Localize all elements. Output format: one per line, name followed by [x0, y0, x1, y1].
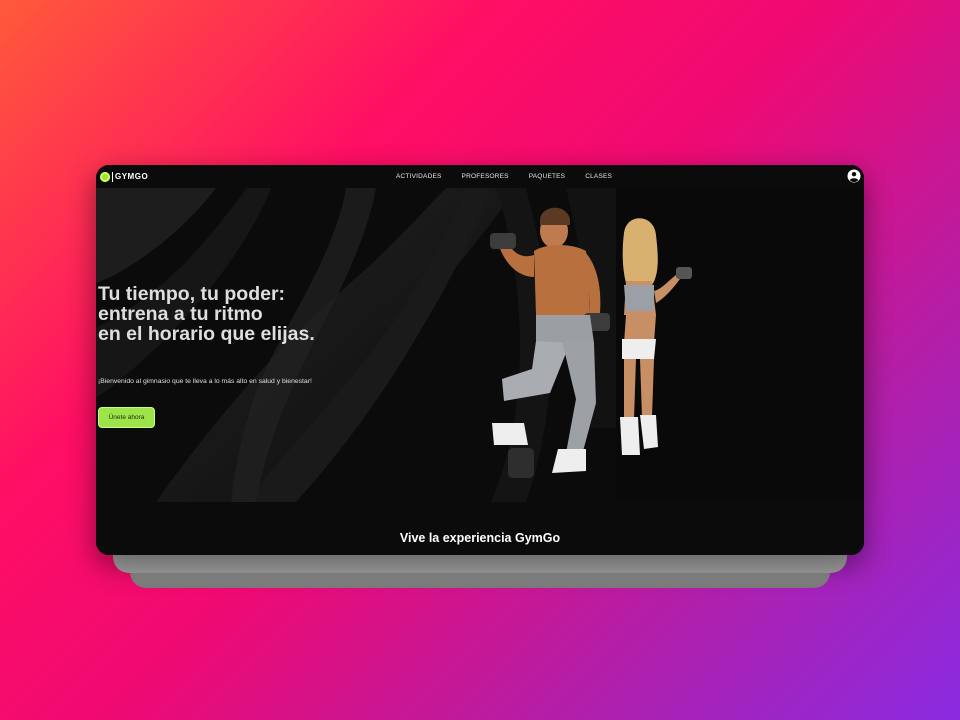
hero-subtitle: ¡Bienvenido al gimnasio que te lleva a l… — [98, 378, 312, 385]
experience-title: Vive la experiencia GymGo — [399, 531, 561, 545]
dumbbell-logo-icon — [100, 171, 110, 182]
hero-headline: Tu tiempo, tu poder: entrena a tu ritmo … — [98, 284, 388, 344]
experience-section: Vive la experiencia GymGo — [96, 502, 864, 555]
nav-item-paquetes[interactable]: PAQUETES — [529, 173, 566, 180]
hero-section: Tu tiempo, tu poder: entrena a tu ritmo … — [96, 188, 864, 502]
athletes-photo — [490, 207, 692, 478]
nav-item-profesores[interactable]: PROFESORES — [462, 173, 509, 180]
logo-divider — [112, 171, 113, 182]
user-circle-icon[interactable] — [847, 169, 861, 183]
nav-item-actividades[interactable]: ACTIVIDADES — [396, 173, 442, 180]
headline-line-3: en el horario que elijas. — [98, 323, 315, 345]
browser-window: GYMGO ACTIVIDADES PROFESORES PAQUETES CL… — [96, 165, 864, 555]
main-menu: ACTIVIDADES PROFESORES PAQUETES CLASES — [396, 165, 632, 188]
headline-line-2: entrena a tu ritmo — [98, 303, 263, 325]
brand-name: GYMGO — [115, 172, 149, 181]
brand-logo[interactable]: GYMGO — [100, 170, 148, 183]
join-now-button[interactable]: Únete ahora — [98, 407, 155, 428]
nav-item-clases[interactable]: CLASES — [585, 173, 612, 180]
top-navbar: GYMGO ACTIVIDADES PROFESORES PAQUETES CL… — [96, 165, 864, 188]
headline-line-1: Tu tiempo, tu poder: — [98, 283, 286, 305]
